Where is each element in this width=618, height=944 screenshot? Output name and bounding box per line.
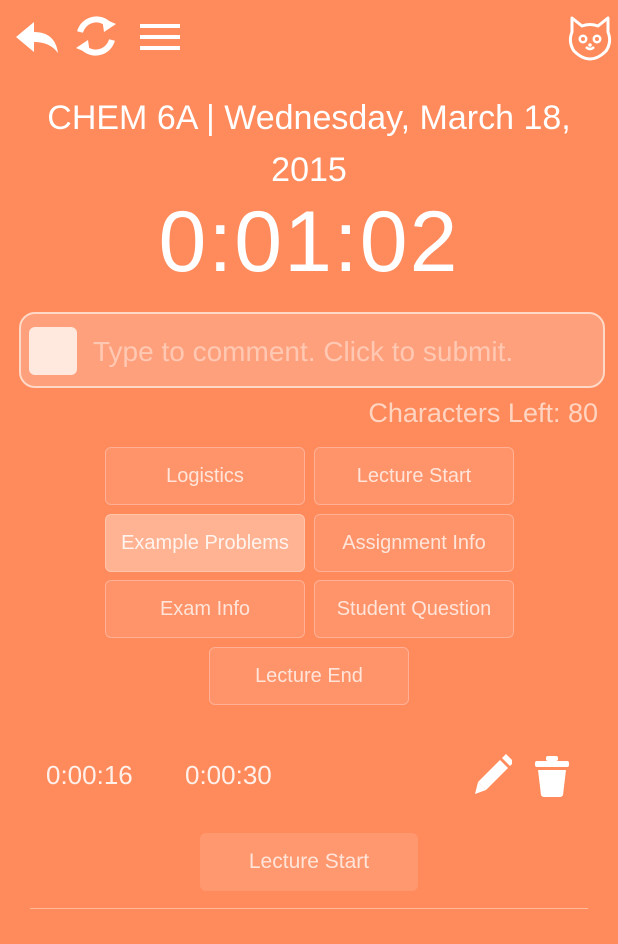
top-bar bbox=[0, 0, 618, 76]
entry-end-time: 0:00:30 bbox=[185, 760, 272, 790]
comment-checkbox[interactable] bbox=[29, 327, 77, 375]
comment-box bbox=[19, 312, 605, 388]
tag-lecture-end-button[interactable]: Lecture End bbox=[209, 647, 409, 705]
back-arrow-icon[interactable] bbox=[14, 18, 60, 56]
tag-student-question-button[interactable]: Student Question bbox=[314, 580, 514, 638]
tag-logistics-button[interactable]: Logistics bbox=[105, 447, 305, 505]
tag-assignment-info-button[interactable]: Assignment Info bbox=[314, 514, 514, 572]
divider bbox=[30, 908, 588, 909]
pencil-icon[interactable] bbox=[472, 750, 512, 800]
hamburger-menu-icon[interactable] bbox=[138, 22, 182, 52]
cat-face-icon[interactable] bbox=[566, 14, 614, 62]
comment-input[interactable] bbox=[91, 328, 595, 376]
trash-icon[interactable] bbox=[532, 750, 572, 800]
entry-start-time: 0:00:16 bbox=[46, 760, 133, 790]
tag-lecture-start-button[interactable]: Lecture Start bbox=[314, 447, 514, 505]
tag-exam-info-button[interactable]: Exam Info bbox=[105, 580, 305, 638]
session-timer: 0:01:02 bbox=[158, 194, 460, 290]
tag-example-problems-button[interactable]: Example Problems bbox=[105, 514, 305, 572]
refresh-icon[interactable] bbox=[72, 14, 120, 58]
entry-row: 0:00:16 0:00:30 bbox=[0, 750, 618, 810]
session-title: CHEM 6A | Wednesday, March 18, 2015 bbox=[47, 99, 571, 189]
characters-left: Characters Left: 80 bbox=[368, 398, 598, 428]
entry-label-button[interactable]: Lecture Start bbox=[200, 833, 418, 891]
